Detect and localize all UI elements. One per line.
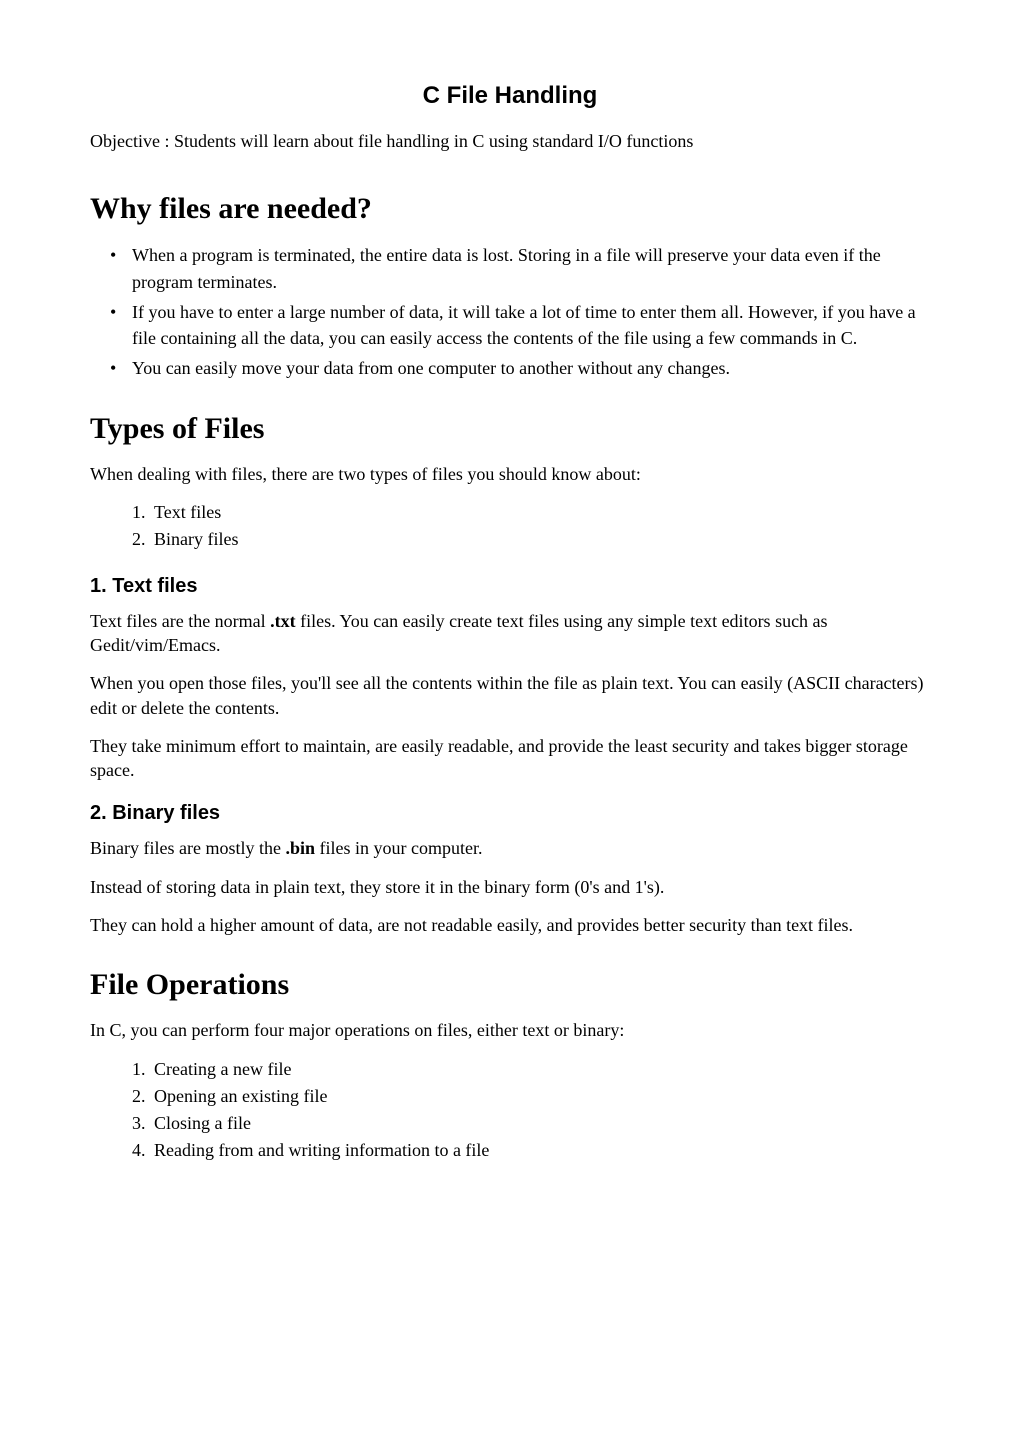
ops-heading: File Operations [90,965,930,1004]
types-intro: When dealing with files, there are two t… [90,462,930,486]
types-list: Text files Binary files [90,500,930,552]
text-files-heading: 1. Text files [90,573,930,599]
body-text: Binary files are mostly the [90,838,285,858]
binary-files-p1: Binary files are mostly the .bin files i… [90,836,930,860]
ops-list: Creating a new file Opening an existing … [90,1057,930,1164]
list-item: Creating a new file [150,1057,930,1082]
list-item: When a program is terminated, the entire… [132,242,930,294]
ops-intro: In C, you can perform four major operati… [90,1018,930,1042]
binary-files-p2: Instead of storing data in plain text, t… [90,875,930,899]
binary-files-heading: 2. Binary files [90,800,930,826]
why-heading: Why files are needed? [90,189,930,228]
list-item: Binary files [150,527,930,552]
list-item: You can easily move your data from one c… [132,355,930,381]
list-item: Reading from and writing information to … [150,1138,930,1163]
types-heading: Types of Files [90,409,930,448]
list-item: Text files [150,500,930,525]
text-files-p1: Text files are the normal .txt files. Yo… [90,609,930,658]
text-files-p2: When you open those files, you'll see al… [90,671,930,720]
text-files-p3: They take minimum effort to maintain, ar… [90,734,930,783]
list-item: Closing a file [150,1111,930,1136]
body-text: files in your computer. [315,838,482,858]
body-text: Text files are the normal [90,611,270,631]
binary-files-p3: They can hold a higher amount of data, a… [90,913,930,937]
list-item: If you have to enter a large number of d… [132,299,930,351]
why-list: When a program is terminated, the entire… [90,242,930,380]
page-title: C File Handling [90,80,930,111]
list-item: Opening an existing file [150,1084,930,1109]
txt-ext: .txt [270,611,296,631]
bin-ext: .bin [285,838,315,858]
objective-text: Objective : Students will learn about fi… [90,129,930,153]
